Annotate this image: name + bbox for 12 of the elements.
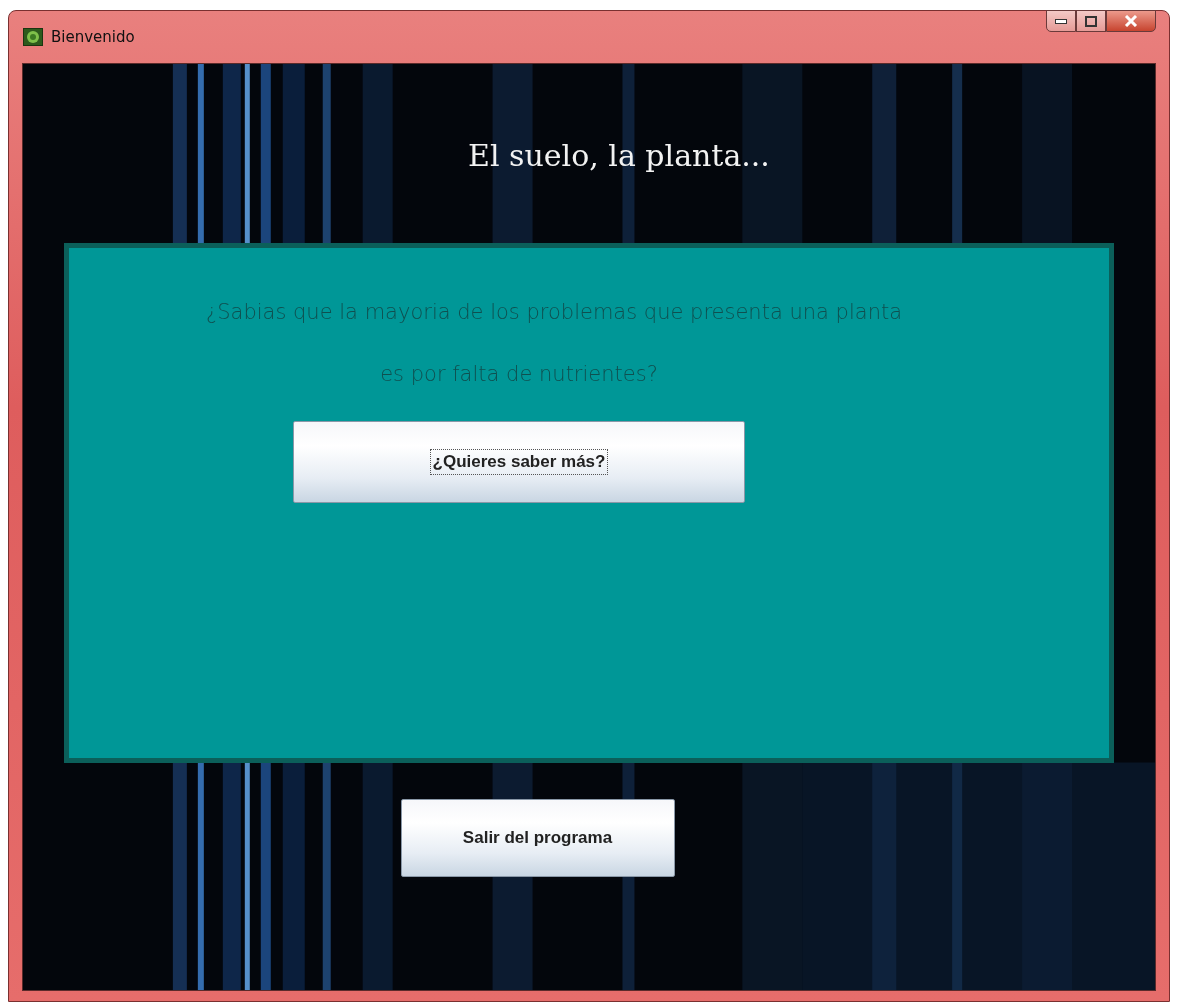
close-icon (1124, 15, 1138, 27)
minimize-button[interactable] (1046, 10, 1076, 32)
minimize-icon (1055, 18, 1067, 24)
info-text: ¿Sabias que la mayoria de los problemas que presenta una planta (205, 300, 903, 324)
close-button[interactable] (1106, 10, 1156, 32)
more-button[interactable]: ¿Quieres saber más? (293, 421, 745, 503)
info-text: es por falta de nutrientes? (380, 362, 658, 386)
maximize-button[interactable] (1076, 10, 1106, 32)
maximize-icon (1085, 15, 1097, 27)
exit-button[interactable]: Salir del programa (400, 799, 675, 877)
window-title: Bienvenido (51, 28, 135, 46)
heading: El suelo, la planta... (468, 138, 770, 173)
